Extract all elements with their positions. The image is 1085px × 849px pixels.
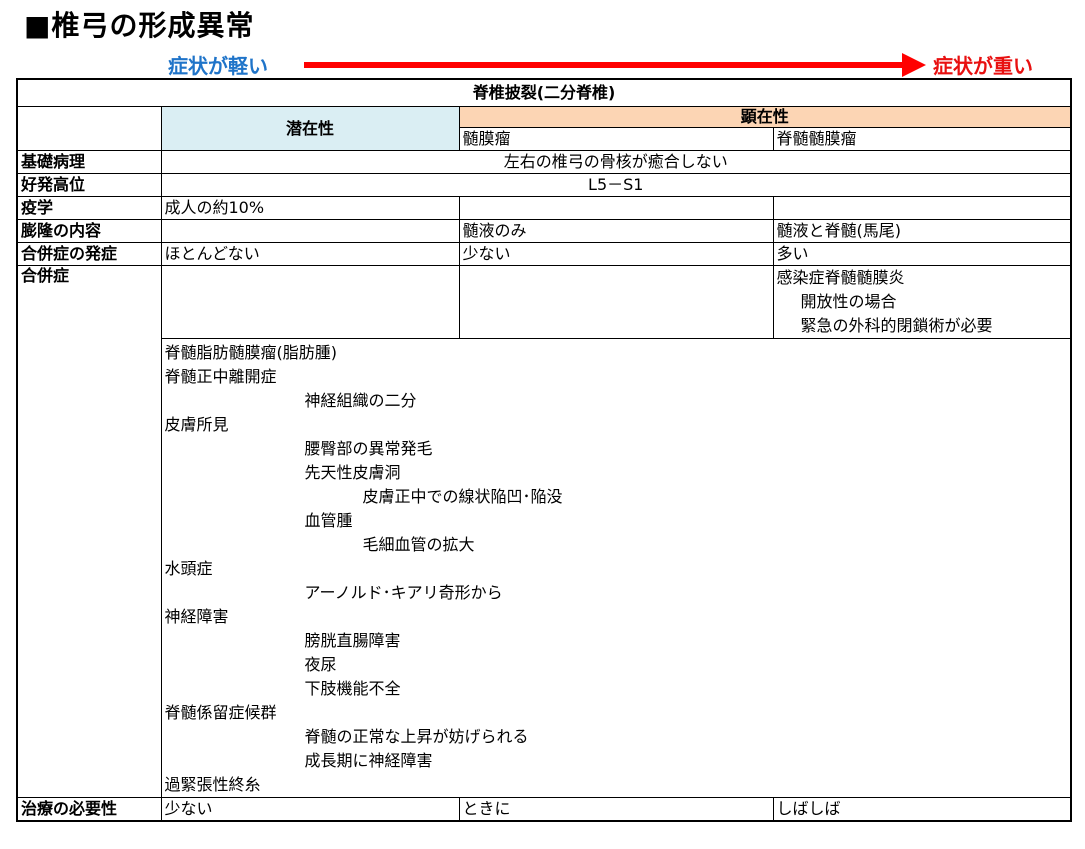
complication-item: 脊髄脂肪髄膜瘤(脂肪腫) — [164, 343, 338, 362]
table-row: 好発高位 L5－S1 — [16, 173, 1072, 197]
complication-item: 皮膚所見 — [164, 415, 229, 434]
row-label-onset: 合併症の発症 — [16, 242, 162, 266]
treatment-myelomeningocele: しばしば — [772, 797, 1072, 822]
complication-item: 脊髄の正常な上昇が妨げられる — [304, 727, 529, 746]
complication-item: 神経組織の二分 — [304, 391, 417, 410]
corner-cell — [16, 106, 162, 151]
row-label-complication: 合併症 — [16, 265, 162, 798]
complication-item: 皮膚正中での線状陥凹･陥没 — [362, 487, 563, 506]
complication-item: 腰臀部の異常発毛 — [304, 439, 433, 458]
table-row: 治療の必要性 少ない ときに しばしば — [16, 797, 1072, 822]
header-latent: 潜在性 — [160, 106, 460, 151]
onset-meningocele: 少ない — [458, 242, 774, 266]
table-row: 合併症の発症 ほとんどない 少ない 多い — [16, 242, 1072, 266]
table-caption: 脊椎披裂(二分脊椎) — [16, 78, 1072, 107]
content-meningocele: 髄液のみ — [458, 219, 774, 243]
severity-arrow-head-icon — [902, 53, 926, 77]
site-value: L5－S1 — [160, 173, 1072, 197]
table-row: 脊髄脂肪髄膜瘤(脂肪腫) 脊髄正中離開症 神経組織の二分 皮膚所見 腰臀部の異常… — [17, 338, 1072, 798]
header-myelomeningocele: 脊髄髄膜瘤 — [772, 127, 1072, 151]
header-meningocele: 髄膜瘤 — [458, 127, 774, 151]
page-title: ■椎弓の形成異常 — [24, 9, 255, 42]
onset-latent: ほとんどない — [160, 242, 460, 266]
header-overt: 顕在性 — [458, 106, 1072, 128]
complication-meningocele — [458, 265, 774, 339]
row-label-site: 好発高位 — [16, 173, 162, 197]
complication-item: アーノルド･キアリ奇形から — [304, 583, 503, 602]
complication-item: 膀胱直腸障害 — [304, 631, 401, 650]
treatment-latent: 少ない — [160, 797, 460, 822]
complication-latent-list: 脊髄脂肪髄膜瘤(脂肪腫) 脊髄正中離開症 神経組織の二分 皮膚所見 腰臀部の異常… — [160, 338, 1072, 798]
row-label-epidemiology: 疫学 — [16, 196, 162, 220]
complication-item: 脊髄正中離開症 — [164, 367, 277, 386]
severity-arrow-line — [304, 62, 904, 68]
complication-item: 開放性の場合 — [800, 292, 897, 311]
complication-item: 神経障害 — [164, 607, 229, 626]
spina-bifida-table: 脊椎披裂(二分脊椎) 潜在性 顕在性 髄膜瘤 脊髄髄膜瘤 基礎病理 左右の椎弓の… — [16, 78, 1073, 822]
severity-heavy-label: 症状が重い — [933, 54, 1033, 78]
table-row: 疫学 成人の約10% — [16, 196, 1072, 220]
table-row: 膨隆の内容 髄液のみ 髄液と脊髄(馬尾) — [16, 219, 1072, 243]
complication-item: 下肢機能不全 — [304, 679, 401, 698]
epidemiology-myelomeningocele — [772, 196, 1072, 220]
content-myelomeningocele: 髄液と脊髄(馬尾) — [772, 219, 1072, 243]
complication-item: 毛細血管の拡大 — [362, 535, 475, 554]
onset-myelomeningocele: 多い — [772, 242, 1072, 266]
complication-item: 先天性皮膚洞 — [304, 463, 401, 482]
complication-item: 感染症脊髄髄膜炎 — [776, 268, 905, 287]
severity-light-label: 症状が軽い — [168, 54, 268, 78]
row-label-treatment: 治療の必要性 — [16, 797, 162, 822]
row-label-pathology: 基礎病理 — [16, 150, 162, 174]
table-row: 合併症 感染症脊髄髄膜炎 開放性の場合 緊急の外科的閉鎖術が必要 — [16, 265, 1072, 798]
table-row: 基礎病理 左右の椎弓の骨核が癒合しない — [16, 150, 1072, 174]
complication-item: 脊髄係留症候群 — [164, 703, 277, 722]
complication-item: 水頭症 — [164, 559, 213, 578]
complication-item: 成長期に神経障害 — [304, 751, 433, 770]
epidemiology-meningocele — [458, 196, 774, 220]
complication-item: 過緊張性終糸 — [164, 775, 261, 794]
row-label-content: 膨隆の内容 — [16, 219, 162, 243]
complication-item: 緊急の外科的閉鎖術が必要 — [800, 316, 993, 335]
complication-myelomeningocele: 感染症脊髄髄膜炎 開放性の場合 緊急の外科的閉鎖術が必要 — [772, 265, 1072, 339]
content-latent — [160, 219, 460, 243]
pathology-value: 左右の椎弓の骨核が癒合しない — [160, 150, 1072, 174]
complication-item: 夜尿 — [304, 655, 337, 674]
complication-item: 血管腫 — [304, 511, 353, 530]
treatment-meningocele: ときに — [458, 797, 774, 822]
complication-latent-top — [160, 265, 460, 339]
epidemiology-latent: 成人の約10% — [160, 196, 460, 220]
